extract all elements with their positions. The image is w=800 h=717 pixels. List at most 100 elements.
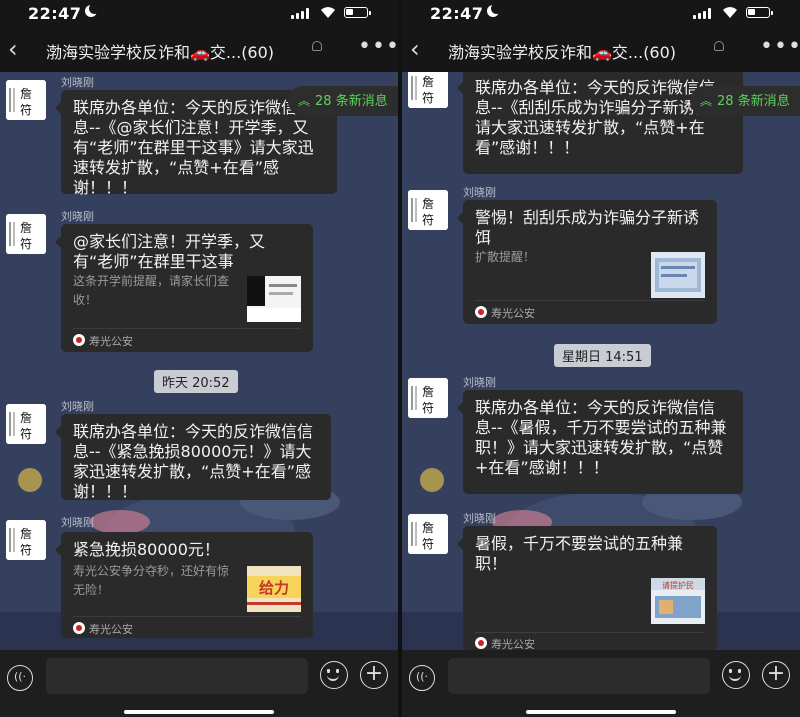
voice-icon[interactable]: ((·: [7, 665, 33, 691]
card-source: 寿光公安: [491, 307, 535, 320]
police-badge-icon: [475, 637, 487, 649]
status-bar: 22:47: [0, 0, 398, 28]
avatar[interactable]: 詹符: [6, 80, 46, 120]
timestamp: 昨天 20:52: [154, 370, 238, 393]
svg-text:詹: 詹: [20, 411, 32, 425]
article-card[interactable]: 警惕！刮刮乐成为诈骗分子新诱饵 扩散提醒！ 寿光公安: [457, 200, 717, 324]
chat-header: ‹ 渤海实验学校反诈和🚗交...(60) •••: [402, 28, 800, 72]
mute-icon: [714, 41, 724, 51]
message-text: 联席办各单位：今天的反诈微信信息--《暑假，千万不要尝试的五种兼职！》请大家迅速…: [475, 398, 727, 477]
avatar[interactable]: 詹符: [6, 520, 46, 560]
home-indicator[interactable]: [124, 710, 274, 714]
message-text: 联席办各单位：今天的反诈微信信息--《刮刮乐成为诈骗分子新诱饵》请大家迅速转发扩…: [475, 78, 727, 157]
article-card[interactable]: 紧急挽损80000元！ 寿光公安争分夺秒，还好有惊无险！ 给力 寿光公安: [55, 532, 313, 638]
card-divider: [475, 300, 705, 301]
sender-name: 刘晓刚: [61, 516, 94, 529]
chat-area[interactable]: 詹符 刘晓刚 联席办各单位：今天的反诈微信信息--《@家长们注意！开学季，又有“…: [0, 72, 398, 650]
card-thumbnail: [651, 252, 705, 298]
svg-text:符: 符: [20, 236, 32, 251]
card-thumbnail: [247, 276, 301, 322]
card-thumbnail: 请提护民: [651, 578, 705, 624]
police-badge-icon: [73, 334, 85, 346]
voice-icon[interactable]: ((·: [409, 665, 435, 691]
avatar[interactable]: 詹符: [408, 514, 448, 554]
avatar[interactable]: 詹符: [6, 214, 46, 254]
avatar[interactable]: 詹符: [6, 404, 46, 444]
timestamp: 星期日 14:51: [554, 344, 651, 367]
svg-text:符: 符: [422, 212, 434, 227]
double-chevron-up-icon: ︽: [298, 94, 311, 108]
police-badge-icon: [73, 622, 85, 634]
new-messages-label: 28 条新消息: [315, 94, 388, 109]
phone-left: 22:47 ‹ 渤海实验学校反诈和🚗交...(60) ••• 詹符 刘晓刚 联席…: [0, 0, 398, 717]
chat-area[interactable]: 詹符 联席办各单位：今天的反诈微信信息--《刮刮乐成为诈骗分子新诱饵》请大家迅速…: [402, 72, 800, 650]
card-title: 暑假，千万不要尝试的五种兼职！: [475, 534, 684, 573]
card-description: 寿光公安争分夺秒，还好有惊无险！: [73, 564, 230, 597]
status-time: 22:47: [28, 4, 82, 23]
avatar[interactable]: 詹符: [408, 190, 448, 230]
sender-name: 刘晓刚: [61, 76, 94, 89]
card-title: 警惕！刮刮乐成为诈骗分子新诱饵: [475, 208, 700, 247]
new-messages-button[interactable]: ︽ 28 条新消息: [690, 86, 800, 116]
home-indicator[interactable]: [526, 710, 676, 714]
svg-text:符: 符: [20, 426, 32, 441]
avatar[interactable]: 詹符: [408, 378, 448, 418]
emoji-icon[interactable]: [722, 661, 750, 689]
moon-icon: [85, 3, 100, 17]
svg-text:符: 符: [20, 102, 32, 117]
article-card[interactable]: 暑假，千万不要尝试的五种兼职！ 请提护民 寿光公安: [457, 526, 717, 650]
message-input[interactable]: [448, 658, 710, 694]
svg-text:詹: 詹: [422, 385, 434, 399]
card-source: 寿光公安: [89, 623, 133, 636]
card-divider: [73, 616, 301, 617]
svg-text:詹: 詹: [20, 221, 32, 235]
phone-right: 22:47 ‹ 渤海实验学校反诈和🚗交...(60) ••• 詹符 联席办各单位…: [402, 0, 800, 717]
message-bubble[interactable]: 联席办各单位：今天的反诈微信信息--《暑假，千万不要尝试的五种兼职！》请大家迅速…: [457, 390, 743, 494]
card-divider: [73, 328, 301, 329]
svg-text:詹: 詹: [422, 197, 434, 211]
card-title: 紧急挽损80000元！: [73, 540, 220, 559]
signal-icon: [693, 8, 715, 19]
svg-text:符: 符: [20, 542, 32, 557]
back-icon[interactable]: ‹: [410, 36, 420, 62]
more-icon[interactable]: •••: [358, 34, 398, 59]
card-description: 扩散提醒！: [475, 250, 536, 264]
chat-title: 渤海实验学校反诈和🚗交...(60): [448, 43, 677, 62]
sender-name: 刘晓刚: [61, 400, 94, 413]
double-chevron-up-icon: ︽: [700, 94, 713, 108]
emoji-icon[interactable]: [320, 661, 348, 689]
plus-icon[interactable]: +: [762, 661, 790, 689]
chat-header: ‹ 渤海实验学校反诈和🚗交...(60) •••: [0, 28, 398, 72]
input-bar: ((· +: [0, 650, 398, 717]
more-icon[interactable]: •••: [760, 34, 800, 59]
sender-name: 刘晓刚: [463, 512, 496, 525]
svg-text:符: 符: [422, 400, 434, 415]
thumbnail-text: 给力: [259, 579, 289, 597]
battery-icon: [344, 7, 371, 18]
signal-icon: [291, 8, 313, 19]
svg-text:詹: 詹: [20, 527, 32, 541]
status-time: 22:47: [430, 4, 484, 23]
new-messages-label: 28 条新消息: [717, 94, 790, 109]
avatar[interactable]: 詹符: [408, 72, 448, 108]
card-divider: [475, 632, 705, 633]
message-input[interactable]: [46, 658, 308, 694]
message-bubble[interactable]: 联席办各单位：今天的反诈微信信息--《紧急挽损80000元！》请大家迅速转发扩散…: [55, 414, 331, 501]
input-bar: ((· +: [402, 650, 800, 717]
card-source: 寿光公安: [89, 335, 133, 348]
sender-name: 刘晓刚: [463, 186, 496, 199]
svg-text:詹: 詹: [422, 521, 434, 535]
battery-icon: [746, 7, 773, 18]
article-card[interactable]: @家长们注意！开学季，又有“老师”在群里干这事 这条开学前提醒，请家长们查收！ …: [55, 224, 313, 352]
sender-name: 刘晓刚: [61, 210, 94, 223]
plus-icon[interactable]: +: [360, 661, 388, 689]
wifi-icon: [321, 7, 335, 18]
police-badge-icon: [475, 306, 487, 318]
mute-icon: [312, 41, 322, 51]
svg-text:詹: 詹: [20, 87, 32, 101]
card-description: 这条开学前提醒，请家长们查收！: [73, 274, 230, 307]
back-icon[interactable]: ‹: [8, 36, 18, 62]
sender-name: 刘晓刚: [463, 376, 496, 389]
new-messages-button[interactable]: ︽ 28 条新消息: [288, 86, 398, 116]
card-source: 寿光公安: [491, 638, 535, 650]
